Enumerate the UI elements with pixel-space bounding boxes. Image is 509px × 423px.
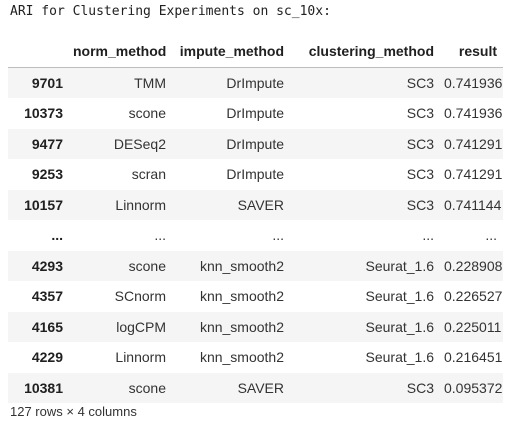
- table-row: 4229 Linnorm knn_smooth2 Seurat_1.6 0.216451: [8, 342, 503, 373]
- clustering-method-cell: SC3: [406, 74, 434, 91]
- impute-method-cell: ...: [272, 227, 284, 244]
- impute-method-cell: knn_smooth2: [199, 349, 284, 366]
- row-index: 10373: [24, 105, 63, 122]
- norm-method-cell: Linnorm: [115, 196, 166, 213]
- column-header-impute-method: impute_method: [172, 36, 290, 68]
- norm-method-cell: scone: [128, 105, 166, 122]
- impute-method-cell: SAVER: [237, 379, 284, 396]
- clustering-method-cell: SC3: [406, 196, 434, 213]
- result-cell: 0.741291: [444, 135, 503, 152]
- clustering-method-cell: SC3: [406, 379, 434, 396]
- result-cell: 0.228908: [444, 257, 503, 274]
- table-row: 4293 scone knn_smooth2 Seurat_1.6 0.228908: [8, 250, 503, 281]
- norm-method-cell: ...: [154, 227, 166, 244]
- clustering-method-cell: ...: [422, 227, 434, 244]
- dataframe-table: norm_method impute_method clustering_met…: [8, 36, 503, 403]
- norm-method-cell: logCPM: [116, 318, 166, 335]
- column-header-result: result: [440, 36, 503, 68]
- norm-method-cell: TMM: [134, 74, 166, 91]
- norm-method-cell: SCnorm: [114, 288, 166, 305]
- dataframe-container: norm_method impute_method clustering_met…: [8, 36, 503, 403]
- result-cell: 0.216451: [444, 349, 503, 366]
- impute-method-cell: DrImpute: [226, 105, 284, 122]
- table-body: 9701 TMM DrImpute SC3 0.741936 10373 scone DrIm…: [8, 67, 503, 403]
- norm-method-cell: scone: [128, 379, 166, 396]
- output-title: ARI for Clustering Experiments on sc_10x…: [10, 4, 331, 19]
- impute-method-cell: knn_smooth2: [199, 288, 284, 305]
- result-cell: 0.225011: [444, 318, 502, 335]
- impute-method-cell: DrImpute: [226, 166, 284, 183]
- norm-method-cell: scran: [131, 166, 166, 183]
- row-index: 9701: [31, 74, 63, 91]
- row-index: 9477: [31, 135, 63, 152]
- header-row: norm_method impute_method clustering_met…: [8, 36, 503, 68]
- row-index: 4165: [31, 318, 63, 335]
- clustering-method-cell: Seurat_1.6: [365, 349, 435, 366]
- clustering-method-cell: SC3: [406, 135, 434, 152]
- clustering-method-cell: Seurat_1.6: [365, 288, 435, 305]
- table-row: 4357 SCnorm knn_smooth2 Seurat_1.6 0.226527: [8, 281, 503, 312]
- row-index: 9253: [31, 166, 63, 183]
- impute-method-cell: knn_smooth2: [199, 257, 284, 274]
- table-header: norm_method impute_method clustering_met…: [8, 36, 503, 68]
- result-cell: 0.741144: [444, 196, 502, 213]
- clustering-method-cell: SC3: [406, 166, 434, 183]
- norm-method-cell: DESeq2: [113, 135, 166, 152]
- row-index: 4357: [31, 288, 63, 305]
- table-row: 9253 scran DrImpute SC3 0.741291: [8, 159, 503, 190]
- index-header: [8, 36, 69, 68]
- column-header-clustering-method: clustering_method: [290, 36, 440, 68]
- result-cell: 0.226527: [444, 288, 503, 305]
- row-index: 4229: [31, 349, 63, 366]
- table-summary: 127 rows × 4 columns: [10, 404, 137, 419]
- table-row: 10373 scone DrImpute SC3 0.741936: [8, 98, 503, 129]
- table-row: ...............: [8, 220, 503, 251]
- result-cell: 0.741936: [444, 105, 503, 122]
- norm-method-cell: Linnorm: [115, 349, 166, 366]
- result-cell: 0.741936: [444, 74, 503, 91]
- table-row: 10381 scone SAVER SC3 0.095372: [8, 372, 503, 403]
- table-row: 9477 DESeq2 DrImpute SC3 0.741291: [8, 128, 503, 159]
- result-cell: 0.741291: [444, 166, 503, 183]
- impute-method-cell: SAVER: [237, 196, 284, 213]
- row-index: 10381: [24, 379, 63, 396]
- impute-method-cell: DrImpute: [226, 74, 284, 91]
- impute-method-cell: DrImpute: [226, 135, 284, 152]
- clustering-method-cell: SC3: [406, 105, 434, 122]
- row-index: 10157: [24, 196, 63, 213]
- impute-method-cell: knn_smooth2: [199, 318, 284, 335]
- result-cell: ...: [485, 227, 497, 244]
- table-row: 4165 logCPM knn_smooth2 Seurat_1.6 0.225011: [8, 311, 503, 342]
- table-row: 10157 Linnorm SAVER SC3 0.741144: [8, 189, 503, 220]
- row-index: ...: [51, 227, 63, 244]
- row-index: 4293: [31, 257, 63, 274]
- clustering-method-cell: Seurat_1.6: [365, 257, 435, 274]
- result-cell: 0.095372: [444, 379, 503, 396]
- clustering-method-cell: Seurat_1.6: [365, 318, 435, 335]
- table-row: 9701 TMM DrImpute SC3 0.741936: [8, 67, 503, 98]
- column-header-norm-method: norm_method: [69, 36, 172, 68]
- norm-method-cell: scone: [128, 257, 166, 274]
